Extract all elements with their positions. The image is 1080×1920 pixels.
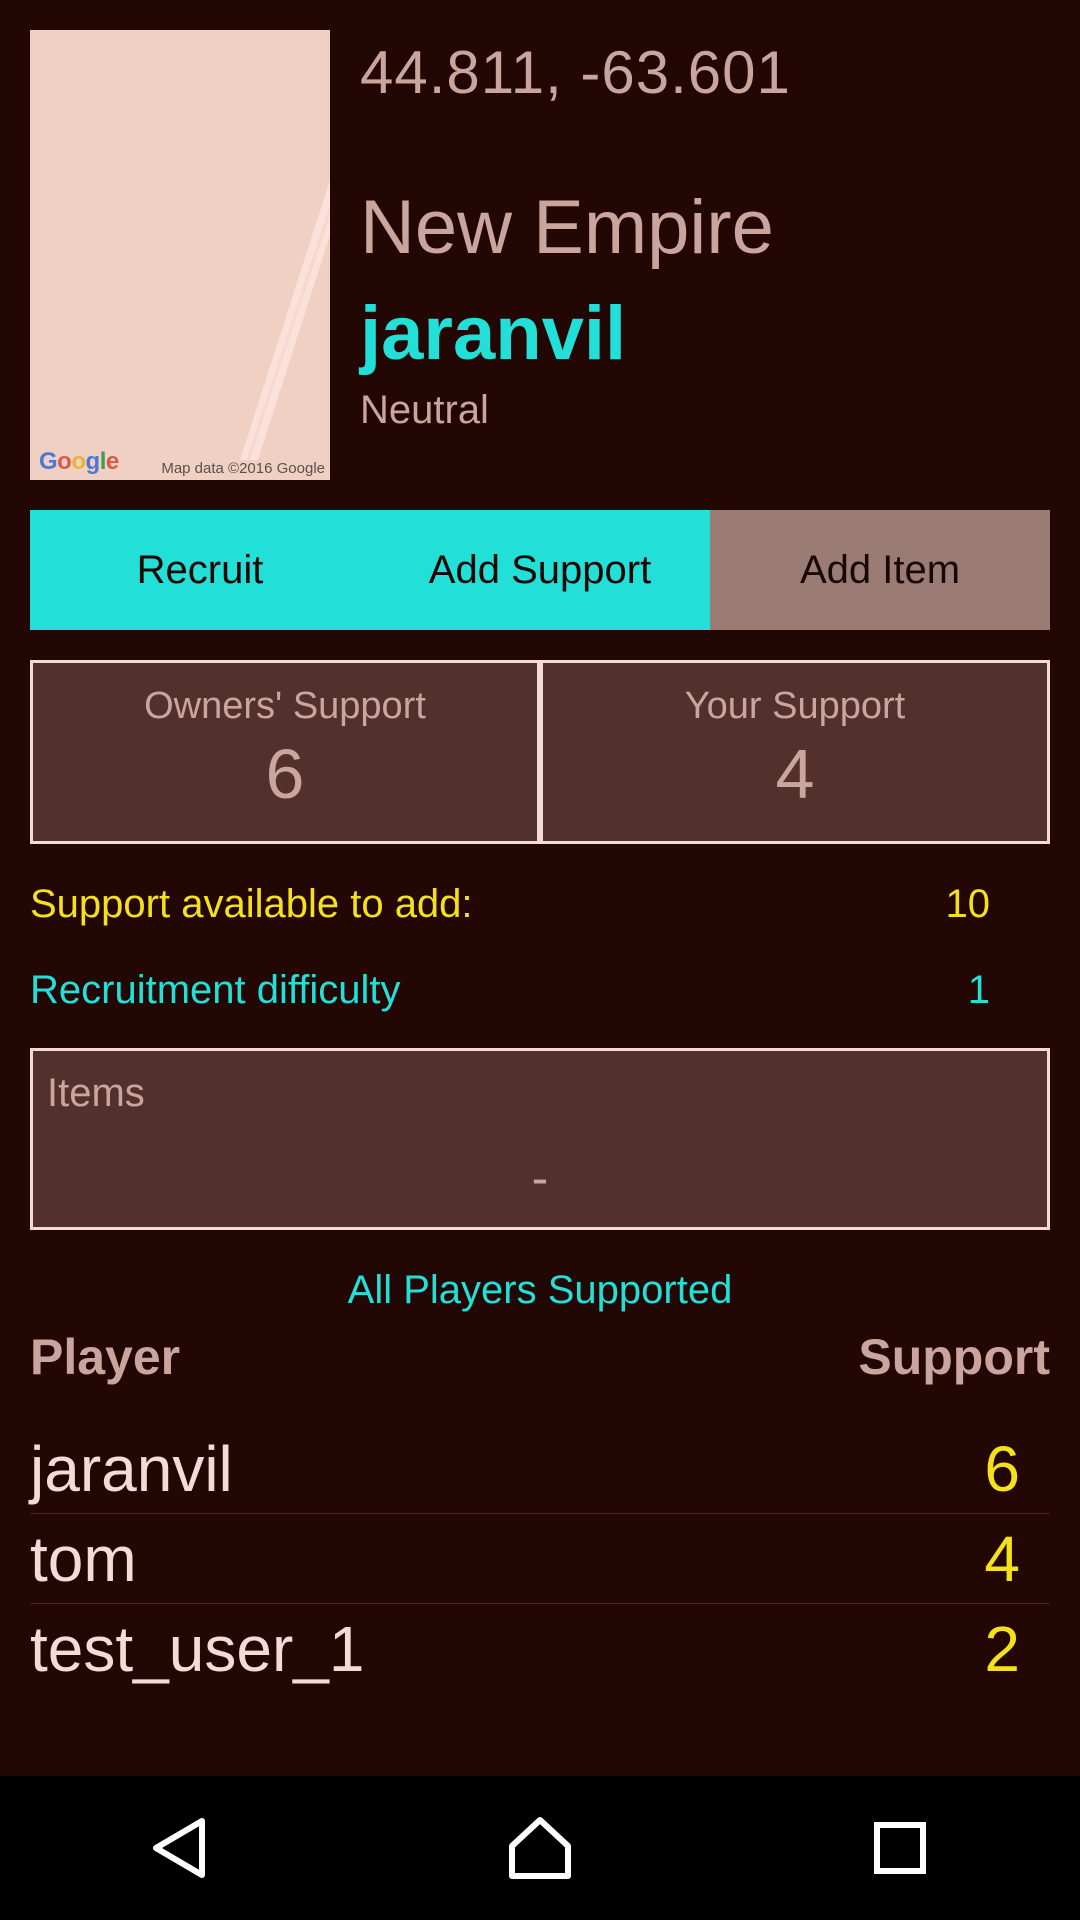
alignment-status: Neutral [360,388,489,432]
your-support-value: 4 [775,735,815,813]
owner-name: jaranvil [360,291,627,376]
player-column-header: Player [30,1329,181,1385]
items-panel: Items - [30,1048,1050,1230]
back-icon[interactable] [140,1808,220,1888]
player-name: jaranvil [30,1432,233,1505]
owners-support-value: 6 [265,735,305,813]
empire-name: New Empire [360,185,774,270]
recents-icon[interactable] [860,1808,940,1888]
support-available-row: Support available to add: 10 [30,882,990,927]
recruit-button[interactable]: Recruit [30,510,370,630]
player-support-value: 4 [984,1522,1020,1595]
map-thumbnail[interactable]: Google Map data ©2016 Google [30,30,330,480]
items-value: - [531,1150,549,1206]
your-support-label: Your Support [684,685,906,727]
home-icon[interactable] [500,1808,580,1888]
owners-support-label: Owners' Support [144,685,426,727]
add-support-button[interactable]: Add Support [370,510,710,630]
player-support-value: 6 [984,1432,1020,1505]
your-support-panel: Your Support 4 [540,660,1050,844]
player-name: test_user_1 [30,1613,365,1685]
list-item[interactable]: test_user_1 2 [30,1604,1050,1694]
map-attribution: Map data ©2016 Google [159,460,327,477]
map-road-graphic [240,180,330,461]
action-bar: Recruit Add Support Add Item [30,510,1050,630]
support-column-header: Support [858,1329,1050,1385]
items-label: Items [47,1071,145,1115]
list-item[interactable]: tom 4 [30,1514,1050,1604]
navigation-bar [0,1776,1080,1920]
player-name: tom [30,1522,137,1595]
owners-support-panel: Owners' Support 6 [30,660,540,844]
recruitment-difficulty-value: 1 [967,968,990,1012]
support-available-value: 10 [945,882,991,926]
recruitment-difficulty-label: Recruitment difficulty [30,968,401,1012]
list-item[interactable]: jaranvil 6 [30,1424,1050,1514]
add-item-button[interactable]: Add Item [710,510,1050,630]
support-available-label: Support available to add: [30,882,473,926]
google-logo: Google [39,448,119,475]
player-support-value: 2 [984,1613,1020,1685]
players-section-title: All Players Supported [347,1268,733,1312]
recruitment-difficulty-row: Recruitment difficulty 1 [30,968,990,1013]
coordinates: 44.811, -63.601 [360,39,791,106]
